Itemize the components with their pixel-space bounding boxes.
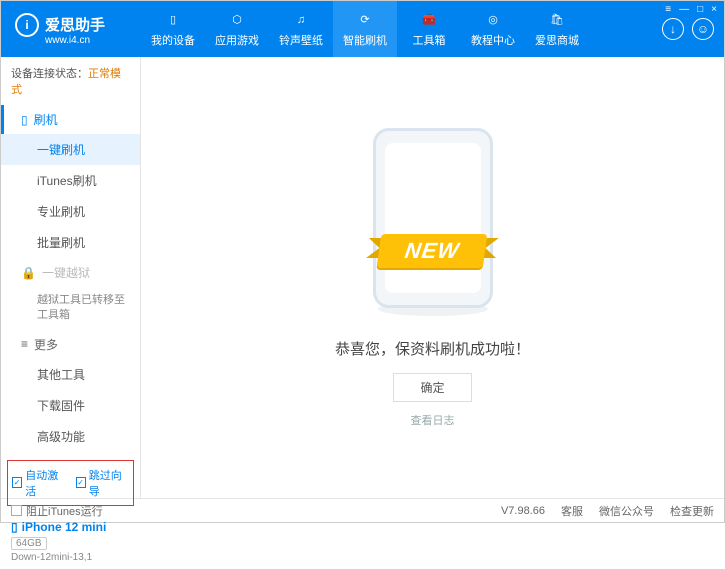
- conn-label: 设备连接状态：: [11, 68, 88, 80]
- sidebar-item-flash-0[interactable]: 一键刷机: [1, 134, 140, 165]
- minimize-icon[interactable]: —: [679, 4, 689, 15]
- option-checks: ✓自动激活 ✓跳过向导: [7, 460, 134, 506]
- view-log-link[interactable]: 查看日志: [411, 412, 455, 428]
- version-label: V7.98.66: [501, 505, 545, 517]
- block-itunes-label: 阻止iTunes运行: [26, 503, 103, 519]
- sidebar-item-more-2[interactable]: 高级功能: [1, 421, 140, 452]
- phone-icon: ▯: [11, 520, 18, 534]
- sidebar-item-flash-3[interactable]: 批量刷机: [1, 227, 140, 258]
- sidebar-item-flash-2[interactable]: 专业刷机: [1, 196, 140, 227]
- section-more[interactable]: ≡ 更多: [1, 330, 140, 359]
- nav-apps[interactable]: ⬡ 应用游戏: [205, 1, 269, 57]
- ringtone-icon: ♫: [292, 11, 310, 29]
- close-icon[interactable]: ×: [711, 4, 717, 15]
- store-icon: 🛍: [548, 11, 566, 29]
- sidebar-item-more-0[interactable]: 其他工具: [1, 359, 140, 390]
- logo-icon: i: [15, 13, 39, 37]
- device-info[interactable]: ▯ iPhone 12 mini 64GB Down-12mini-13,1: [1, 514, 140, 569]
- nav-label: 智能刷机: [343, 32, 387, 48]
- nav-flash[interactable]: ⟳ 智能刷机: [333, 1, 397, 57]
- menu-icon[interactable]: ≡: [665, 4, 671, 15]
- sidebar: 设备连接状态：正常模式 ▯ 刷机 一键刷机iTunes刷机专业刷机批量刷机 🔒 …: [1, 57, 141, 498]
- nav-tutorial[interactable]: ◎ 教程中心: [461, 1, 525, 57]
- user-icon[interactable]: ☺: [692, 18, 714, 40]
- nav-label: 我的设备: [151, 32, 195, 48]
- list-icon: ≡: [21, 337, 28, 351]
- nav-label: 铃声壁纸: [279, 32, 323, 48]
- phone-icon: ▯: [21, 113, 28, 127]
- phone-icon: ▯: [164, 11, 182, 29]
- section-flash[interactable]: ▯ 刷机: [1, 105, 140, 134]
- nav-label: 教程中心: [471, 32, 515, 48]
- apps-icon: ⬡: [228, 11, 246, 29]
- wechat-link[interactable]: 微信公众号: [599, 503, 654, 519]
- app-title: 爱思助手: [45, 14, 105, 35]
- window-controls: ≡ — □ ×: [665, 4, 717, 15]
- nav-toolbox[interactable]: 🧰 工具箱: [397, 1, 461, 57]
- sidebar-item-more-1[interactable]: 下载固件: [1, 390, 140, 421]
- nav-phone[interactable]: ▯ 我的设备: [141, 1, 205, 57]
- device-name: iPhone 12 mini: [22, 520, 107, 534]
- block-itunes-checkbox[interactable]: 阻止iTunes运行: [11, 503, 103, 519]
- main-content: NEW 恭喜您，保资料刷机成功啦！ 确定 查看日志: [141, 57, 724, 498]
- skip-guide-checkbox[interactable]: ✓跳过向导: [76, 467, 130, 499]
- flash-icon: ⟳: [356, 11, 374, 29]
- nav-label: 爱思商城: [535, 32, 579, 48]
- ok-button[interactable]: 确定: [393, 373, 471, 402]
- jailbreak-note: 越狱工具已转移至 工具箱: [1, 287, 140, 330]
- lock-icon: 🔒: [21, 266, 36, 280]
- nav-ringtone[interactable]: ♫ 铃声壁纸: [269, 1, 333, 57]
- sidebar-item-flash-1[interactable]: iTunes刷机: [1, 165, 140, 196]
- section-flash-title: 刷机: [34, 111, 58, 128]
- header-right: ↓ ☺: [662, 18, 724, 40]
- app-url: www.i4.cn: [45, 35, 131, 46]
- service-link[interactable]: 客服: [561, 503, 583, 519]
- new-banner: NEW: [377, 234, 488, 268]
- check-update-link[interactable]: 检查更新: [670, 503, 714, 519]
- nav-label: 工具箱: [413, 32, 446, 48]
- connection-status: 设备连接状态：正常模式: [1, 57, 140, 105]
- maximize-icon[interactable]: □: [697, 4, 703, 15]
- device-sub: Down-12mini-13,1: [11, 552, 130, 563]
- nav-label: 应用游戏: [215, 32, 259, 48]
- toolbox-icon: 🧰: [420, 11, 438, 29]
- device-capacity: 64GB: [11, 537, 47, 550]
- skip-guide-label: 跳过向导: [89, 467, 129, 499]
- section-jailbreak-title: 一键越狱: [42, 264, 90, 281]
- tutorial-icon: ◎: [484, 11, 502, 29]
- success-message: 恭喜您，保资料刷机成功啦！: [335, 338, 530, 359]
- header: i 爱思助手 www.i4.cn ▯ 我的设备 ⬡ 应用游戏 ♫ 铃声壁纸 ⟳ 智能刷机 🧰 工具…: [1, 1, 724, 57]
- nav-store[interactable]: 🛍 爱思商城: [525, 1, 589, 57]
- section-jailbreak[interactable]: 🔒 一键越狱: [1, 258, 140, 287]
- section-more-title: 更多: [34, 336, 58, 353]
- top-nav: ▯ 我的设备 ⬡ 应用游戏 ♫ 铃声壁纸 ⟳ 智能刷机 🧰 工具箱 ◎ 教程中心 🛍 爱思商城: [141, 1, 662, 57]
- auto-activate-checkbox[interactable]: ✓自动激活: [12, 467, 66, 499]
- download-icon[interactable]: ↓: [662, 18, 684, 40]
- phone-illustration: [373, 128, 493, 308]
- auto-activate-label: 自动激活: [25, 467, 65, 499]
- logo: i 爱思助手 www.i4.cn: [1, 13, 141, 46]
